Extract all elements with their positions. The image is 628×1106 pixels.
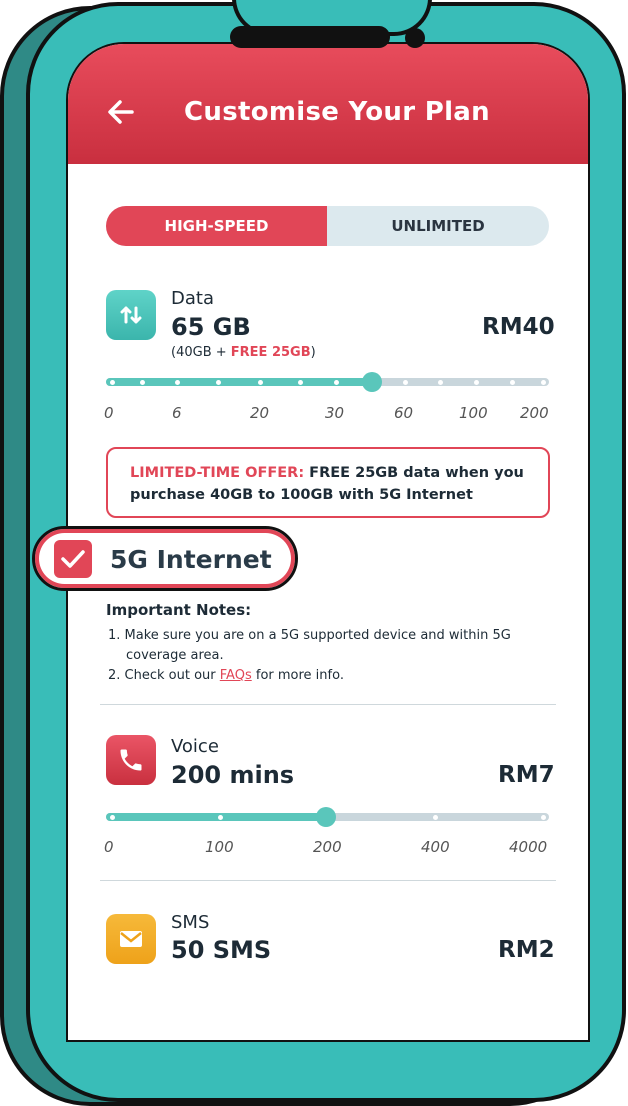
slider-dot (258, 380, 263, 385)
slider-dot (175, 380, 180, 385)
tab-high-speed[interactable]: HIGH-SPEED (106, 206, 327, 246)
data-tick: 60 (394, 404, 414, 422)
note-item-2-suffix: for more info. (251, 668, 344, 683)
divider (100, 704, 556, 705)
offer-line2: purchase 40GB to 100GB with 5G Internet (130, 487, 473, 503)
checkbox-checked-icon[interactable] (54, 540, 92, 578)
data-tick: 0 (104, 404, 114, 422)
offer-prefix: LIMITED-TIME OFFER: (130, 465, 305, 481)
slider-dot (334, 380, 339, 385)
data-tick: 200 (520, 404, 549, 422)
slider-dot (110, 380, 115, 385)
breakdown-prefix: (40GB + (171, 345, 231, 360)
notes-title: Important Notes: (106, 601, 252, 619)
data-tick: 6 (172, 404, 182, 422)
faqs-link[interactable]: FAQs (220, 668, 252, 683)
slider-dot (298, 380, 303, 385)
data-price: RM40 (482, 314, 555, 340)
envelope-icon (106, 914, 156, 964)
slider-dot (541, 815, 546, 820)
voice-tick: 400 (421, 838, 450, 856)
slider-dot (218, 815, 223, 820)
offer-line1: FREE 25GB data when you (304, 465, 524, 481)
slider-dot (433, 815, 438, 820)
voice-tick: 4000 (509, 838, 548, 856)
tab-unlimited[interactable]: UNLIMITED (327, 206, 549, 246)
slider-dot (403, 380, 408, 385)
internet-5g-label: 5G Internet (110, 545, 272, 574)
voice-label: Voice (171, 736, 219, 757)
note-item-1-cont: coverage area. (126, 648, 224, 663)
sms-label: SMS (171, 912, 210, 933)
voice-tick: 100 (205, 838, 234, 856)
phone-icon (106, 735, 156, 785)
data-tick: 20 (250, 404, 270, 422)
voice-amount: 200 mins (171, 761, 295, 789)
voice-slider-fill (106, 813, 326, 821)
page-title: Customise Your Plan (184, 97, 490, 127)
slider-dot (216, 380, 221, 385)
divider (100, 880, 556, 881)
slider-dot (438, 380, 443, 385)
data-tick: 30 (325, 404, 345, 422)
voice-tick: 0 (104, 838, 114, 856)
note-item-2-prefix: 2. Check out our (108, 668, 220, 683)
sms-amount: 50 SMS (171, 936, 272, 964)
data-tick: 100 (459, 404, 488, 422)
data-label: Data (171, 288, 214, 309)
data-slider-handle[interactable] (362, 372, 382, 392)
data-slider-fill (106, 378, 372, 386)
arrow-left-icon[interactable] (106, 97, 138, 129)
sms-price: RM2 (498, 937, 555, 963)
voice-price: RM7 (498, 762, 555, 788)
slider-dot (140, 380, 145, 385)
data-breakdown: (40GB + FREE 25GB) (171, 345, 316, 360)
voice-slider-handle[interactable] (316, 807, 336, 827)
voice-tick: 200 (313, 838, 342, 856)
limited-offer-banner: LIMITED-TIME OFFER: FREE 25GB data when … (106, 447, 550, 518)
data-amount: 65 GB (171, 313, 251, 341)
breakdown-suffix: ) (310, 345, 316, 360)
slider-dot (541, 380, 546, 385)
note-item-2: 2. Check out our FAQs for more info. (108, 668, 344, 683)
speaker-icon (230, 26, 390, 48)
slider-dot (510, 380, 515, 385)
plan-type-toggle: HIGH-SPEED UNLIMITED (106, 206, 549, 246)
breakdown-free: FREE 25GB (230, 345, 311, 360)
camera-icon (405, 28, 425, 48)
slider-dot (110, 815, 115, 820)
note-item-1: 1. Make sure you are on a 5G supported d… (108, 628, 511, 643)
slider-dot (474, 380, 479, 385)
data-transfer-icon (106, 290, 156, 340)
